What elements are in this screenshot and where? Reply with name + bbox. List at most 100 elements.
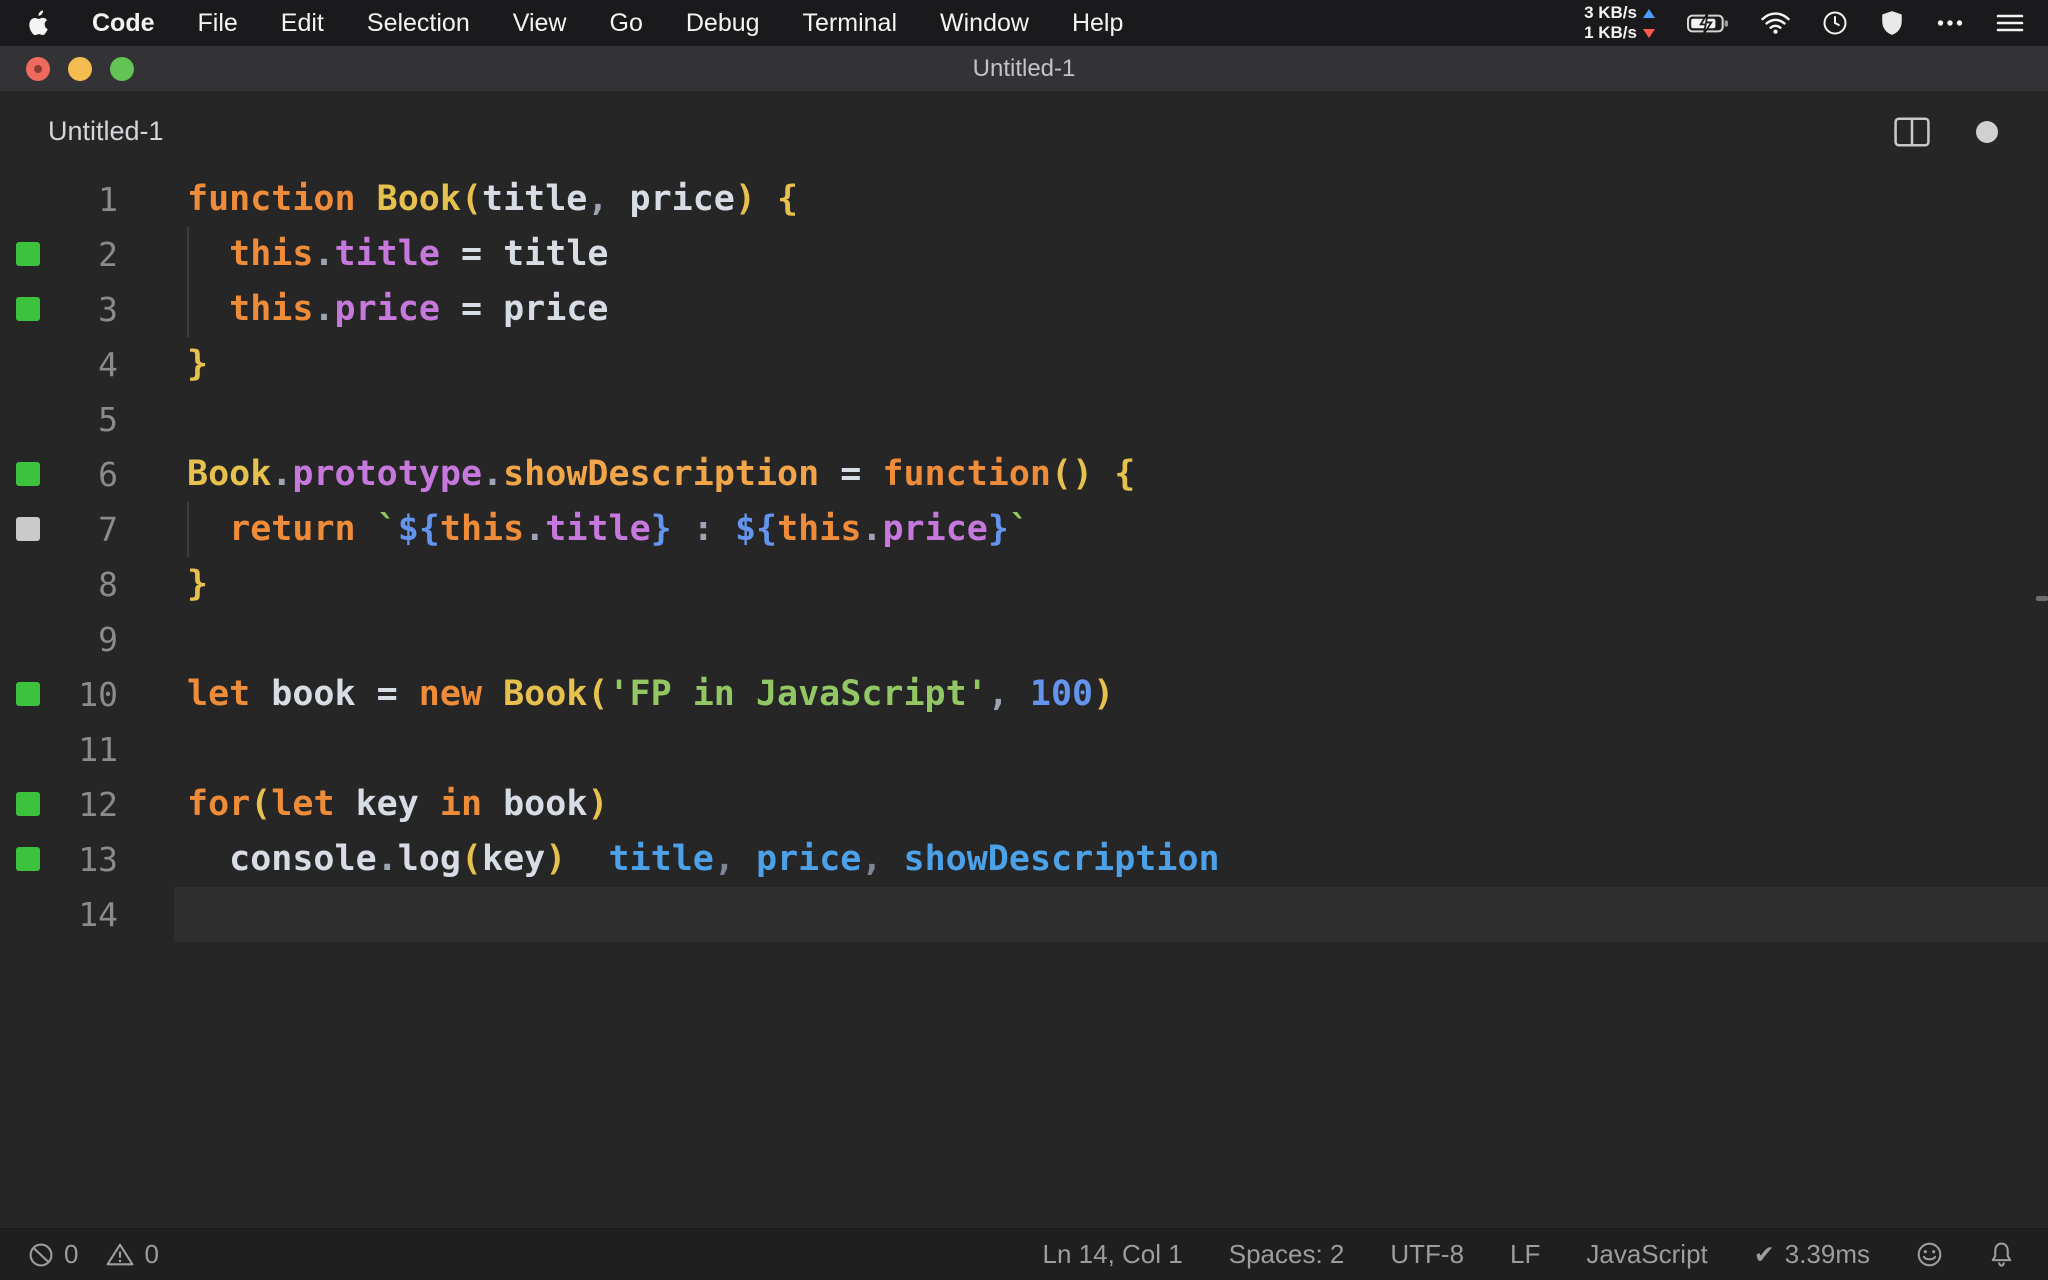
code-line[interactable]: 13 console.log(key) title, price, showDe…	[0, 832, 2048, 887]
network-up-row: 3 KB/s	[1584, 4, 1655, 22]
code-line[interactable]: 12 for(let key in book)	[0, 777, 2048, 832]
feedback-smiley[interactable]	[1916, 1241, 1943, 1268]
indentation-setting[interactable]: Spaces: 2	[1229, 1239, 1345, 1270]
minimize-button[interactable]	[68, 56, 92, 81]
menu-lines-icon	[1996, 14, 2024, 32]
apple-icon	[29, 10, 48, 36]
menubar-status-icons: 3 KB/s 1 KB/s	[1584, 4, 2024, 42]
network-down-label: 1 KB/s	[1584, 23, 1637, 42]
gutter-spacer	[16, 627, 40, 651]
code-text	[174, 887, 2048, 942]
code-line[interactable]: 1 function Book(title, price) {	[0, 172, 2048, 227]
language-mode[interactable]: JavaScript	[1586, 1239, 1707, 1270]
circle-slash-icon	[28, 1242, 54, 1268]
line-number[interactable]: 4	[40, 337, 118, 392]
menu-item-terminal[interactable]: Terminal	[803, 9, 897, 38]
warning-count[interactable]: 0	[106, 1239, 159, 1270]
menu-item-window[interactable]: Window	[940, 9, 1029, 38]
modified-indicator[interactable]	[1976, 120, 1998, 143]
clock-menu[interactable]	[1822, 10, 1848, 36]
code-line[interactable]: 10 let book = new Book('FP in JavaScript'…	[0, 667, 2048, 722]
list-menu[interactable]	[1996, 12, 2024, 34]
quokka-time: 3.39ms	[1784, 1239, 1870, 1269]
battery-charging-icon	[1687, 12, 1728, 34]
menu-item-file[interactable]: File	[198, 9, 238, 38]
code-text: function Book(title, price) {	[187, 179, 799, 219]
editor-header: Untitled-1	[0, 91, 2048, 172]
line-number[interactable]: 12	[40, 777, 118, 832]
scrollbar-thumb[interactable]	[2036, 596, 2048, 601]
menu-item-go[interactable]: Go	[610, 9, 643, 38]
code-line[interactable]: 11	[0, 722, 2048, 777]
traffic-lights	[26, 46, 134, 91]
split-editor-button[interactable]	[1894, 116, 1930, 147]
code-line[interactable]: 8}	[0, 557, 2048, 612]
line-number[interactable]: 6	[40, 447, 118, 502]
error-count[interactable]: 0	[28, 1239, 78, 1270]
code-line[interactable]: 4}	[0, 337, 2048, 392]
line-number[interactable]: 13	[40, 832, 118, 887]
menu-item-edit[interactable]: Edit	[281, 9, 324, 38]
gutter-spacer	[16, 187, 40, 211]
code-line[interactable]: 3 this.price = price	[0, 282, 2048, 337]
encoding-setting[interactable]: UTF-8	[1390, 1239, 1464, 1270]
menubar: Code File Edit Selection View Go Debug Termina…	[0, 0, 2048, 46]
code-line[interactable]: 6 Book.prototype.showDescription = functi…	[0, 447, 2048, 502]
code-line[interactable]: 9	[0, 612, 2048, 667]
warning-count-value: 0	[144, 1239, 159, 1269]
code-text: for(let key in book)	[187, 784, 609, 824]
code-line[interactable]: 2 this.title = title	[0, 227, 2048, 282]
line-number[interactable]: 1	[40, 172, 118, 227]
code-text: Book.prototype.showDescription = functio…	[187, 454, 1136, 494]
line-number[interactable]: 10	[40, 667, 118, 722]
battery-menu[interactable]	[1687, 12, 1729, 34]
cursor-position[interactable]: Ln 14, Col 1	[1043, 1239, 1183, 1270]
menubar-left: Code File Edit Selection View Go Debug Termina…	[26, 9, 1123, 38]
wifi-menu[interactable]	[1761, 12, 1790, 34]
line-number[interactable]: 9	[40, 612, 118, 667]
apple-menu[interactable]	[26, 10, 49, 36]
line-number[interactable]: 11	[40, 722, 118, 777]
ellipsis-icon	[1937, 20, 1963, 26]
line-number[interactable]: 7	[40, 502, 118, 557]
split-editor-icon	[1894, 116, 1930, 147]
gutter-spacer	[16, 352, 40, 376]
shield-menu[interactable]	[1880, 10, 1904, 36]
code-lines: 1 function Book(title, price) { 2 this.tit…	[0, 172, 2048, 942]
quokka-coverage-square	[16, 517, 40, 541]
clock-icon	[1823, 11, 1847, 35]
download-arrow-icon	[1643, 28, 1655, 38]
eol-setting[interactable]: LF	[1510, 1239, 1540, 1270]
warning-icon	[106, 1242, 134, 1267]
statusbar-left: 0 0	[28, 1239, 159, 1270]
bell-icon	[1991, 1242, 2012, 1267]
line-number[interactable]: 5	[40, 392, 118, 447]
code-text: this.title = title	[174, 227, 2048, 282]
zoom-button[interactable]	[110, 56, 134, 81]
app-menu-code[interactable]: Code	[92, 9, 155, 38]
line-number[interactable]: 14	[40, 887, 118, 942]
menu-item-selection[interactable]: Selection	[367, 9, 470, 38]
wifi-icon	[1761, 12, 1790, 34]
code-line[interactable]: 7 return `${this.title} : ${this.price}`	[0, 502, 2048, 557]
line-number[interactable]: 2	[40, 227, 118, 282]
menu-item-help[interactable]: Help	[1072, 9, 1123, 38]
quokka-status[interactable]: ✔ 3.39ms	[1754, 1239, 1870, 1270]
close-button[interactable]	[26, 56, 50, 81]
menu-item-debug[interactable]: Debug	[686, 9, 760, 38]
more-menu[interactable]	[1936, 18, 1964, 28]
code-editor: 1 function Book(title, price) { 2 this.tit…	[0, 172, 2048, 1228]
line-number[interactable]: 3	[40, 282, 118, 337]
notifications-bell[interactable]	[1989, 1241, 2014, 1268]
upload-arrow-icon	[1643, 8, 1655, 18]
quokka-coverage-square	[16, 847, 40, 871]
network-speed-monitor[interactable]: 3 KB/s 1 KB/s	[1584, 4, 1655, 42]
code-text: return `${this.title} : ${this.price}`	[174, 502, 2048, 557]
code-line[interactable]: 5	[0, 392, 2048, 447]
line-number[interactable]: 8	[40, 557, 118, 612]
menu-item-view[interactable]: View	[513, 9, 567, 38]
code-line[interactable]: 14	[0, 887, 2048, 942]
